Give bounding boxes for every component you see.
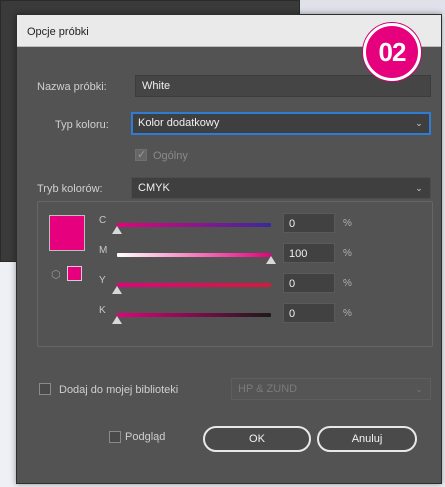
channel-slider-track[interactable] — [117, 253, 271, 257]
channel-value-input[interactable]: 0 — [283, 273, 335, 293]
channel-value-input[interactable]: 0 — [283, 303, 335, 323]
channel-slider-thumb[interactable] — [112, 226, 122, 234]
channel-slider-track[interactable] — [117, 283, 271, 287]
channel-value-input[interactable]: 0 — [283, 213, 335, 233]
step-badge: 02 — [363, 23, 421, 81]
library-dropdown[interactable]: HP & ZUND ⌄ — [231, 378, 431, 400]
color-preview-swatch — [49, 215, 85, 251]
global-label: Ogólny — [153, 150, 188, 162]
channel-label: K — [99, 305, 106, 316]
chevron-down-icon: ⌄ — [415, 384, 423, 394]
channel-value: 0 — [289, 218, 296, 230]
swatch-name-label: Nazwa próbki: — [37, 81, 107, 93]
channel-slider-track[interactable] — [117, 313, 271, 317]
preview-label: Podgląd — [125, 431, 166, 443]
chevron-down-icon: ⌄ — [415, 183, 423, 193]
step-badge-label: 02 — [378, 36, 407, 67]
channel-slider-thumb[interactable] — [112, 316, 122, 324]
percent-unit: % — [343, 278, 352, 289]
cancel-button[interactable]: Anuluj — [317, 426, 417, 452]
color-type-label: Typ koloru: — [55, 119, 109, 131]
add-to-library-checkbox[interactable] — [39, 383, 51, 395]
channel-label: C — [99, 215, 107, 226]
gamut-color-swatch[interactable] — [67, 266, 82, 281]
dialog-title: Opcje próbki — [27, 26, 89, 38]
color-type-value: Kolor dodatkowy — [138, 117, 220, 129]
cancel-button-label: Anuluj — [351, 433, 383, 445]
channel-value: 0 — [289, 308, 296, 320]
gamut-warning-icon[interactable]: ⬡ — [51, 269, 63, 281]
color-mode-label: Tryb kolorów: — [37, 183, 103, 195]
percent-unit: % — [343, 218, 352, 229]
preview-checkbox[interactable] — [109, 431, 121, 443]
library-value: HP & ZUND — [238, 383, 298, 395]
channel-label: M — [99, 245, 108, 256]
global-checkbox[interactable] — [135, 148, 147, 161]
channel-value-input[interactable]: 100 — [283, 243, 335, 263]
channel-value: 100 — [289, 248, 308, 260]
channel-value: 0 — [289, 278, 296, 290]
ok-button[interactable]: OK — [203, 426, 311, 452]
channel-slider-track[interactable] — [117, 223, 271, 227]
percent-unit: % — [343, 308, 352, 319]
swatch-options-dialog: Opcje próbki Nazwa próbki: White Typ kol… — [16, 14, 442, 484]
channel-label: Y — [99, 275, 106, 286]
color-mode-dropdown[interactable]: CMYK ⌄ — [131, 177, 431, 199]
color-mode-value: CMYK — [138, 182, 170, 194]
channel-slider-thumb[interactable] — [266, 256, 276, 264]
add-to-library-label: Dodaj do mojej biblioteki — [59, 384, 179, 396]
channel-slider-thumb[interactable] — [112, 286, 122, 294]
percent-unit: % — [343, 248, 352, 259]
ok-button-label: OK — [249, 433, 265, 445]
swatch-name-value: White — [142, 80, 171, 92]
color-type-dropdown[interactable]: Kolor dodatkowy ⌄ — [131, 112, 431, 135]
chevron-down-icon: ⌄ — [415, 118, 423, 128]
